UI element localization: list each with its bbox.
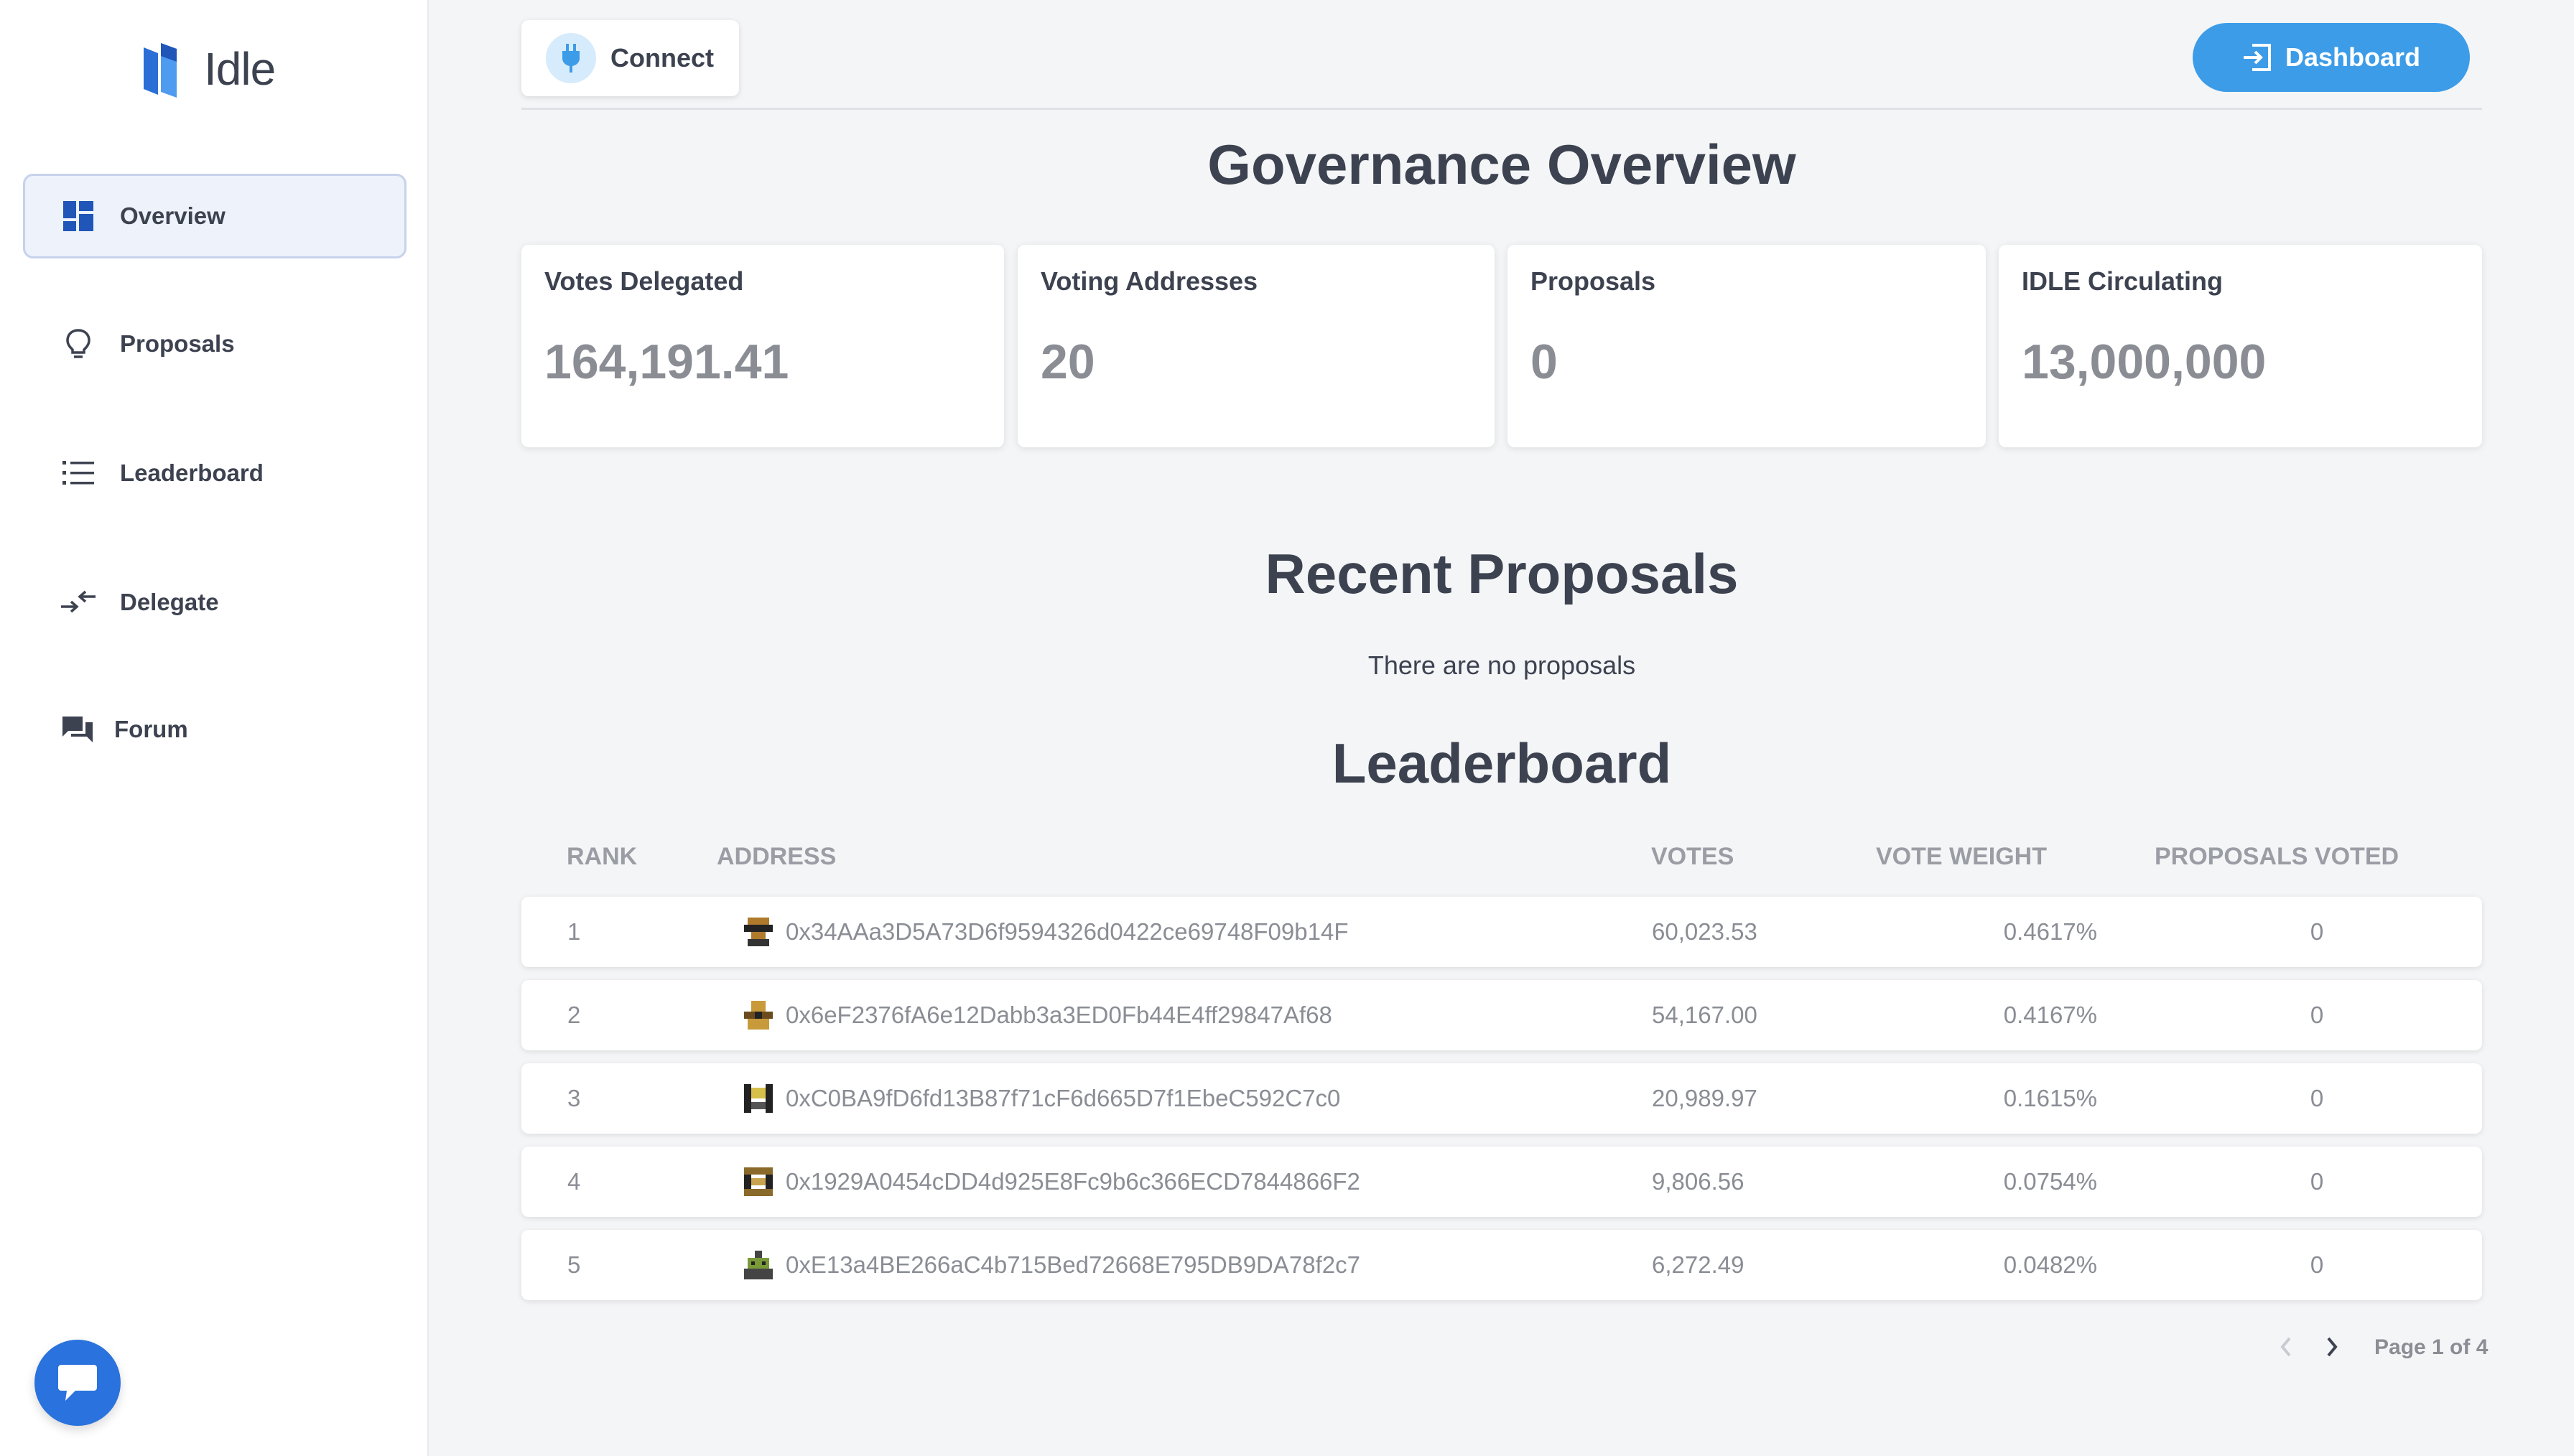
sidebar-item-forum[interactable]: Forum (23, 687, 406, 772)
sidebar-item-overview[interactable]: Overview (23, 174, 406, 258)
sidebar-item-proposals[interactable]: Proposals (23, 302, 406, 386)
rank-cell: 2 (567, 1002, 581, 1028)
identicon-avatar (744, 1001, 773, 1030)
table-row[interactable]: 5 0xE13a4BE266aC4b715Bed72668E795DB9DA78… (521, 1230, 2482, 1300)
connect-label: Connect (610, 43, 714, 73)
votes-cell: 20,989.97 (1652, 1085, 1757, 1111)
address-cell[interactable]: 0xE13a4BE266aC4b715Bed72668E795DB9DA78f2… (744, 1230, 1360, 1300)
votes-cell: 60,023.53 (1652, 918, 1757, 945)
column-header-proposals-voted[interactable]: PROPOSALS VOTED (2155, 843, 2399, 871)
stat-value: 20 (1041, 335, 1095, 389)
votes-cell: 54,167.00 (1652, 1002, 1757, 1028)
header-divider (521, 108, 2482, 110)
identicon-avatar (744, 1167, 773, 1196)
column-header-votes[interactable]: VOTES (1651, 843, 1734, 871)
table-row[interactable]: 3 0xC0BA9fD6fd13B87f71cF6d665D7f1EbeC592… (521, 1063, 2482, 1134)
next-page-icon[interactable] (2321, 1333, 2343, 1361)
proposals-voted-cell: 0 (2310, 1168, 2324, 1195)
address-text: 0x34AAa3D5A73D6f9594326d0422ce69748F09b1… (786, 918, 1349, 945)
app-logo[interactable]: Idle (142, 40, 276, 98)
sidebar-item-label: Delegate (120, 589, 219, 615)
connect-button[interactable]: Connect (521, 20, 739, 96)
table-row[interactable]: 4 0x1929A0454cDD4d925E8Fc9b6c366ECD78448… (521, 1147, 2482, 1217)
column-header-address[interactable]: ADDRESS (717, 843, 836, 871)
proposals-voted-cell: 0 (2310, 918, 2324, 945)
address-text: 0x1929A0454cDD4d925E8Fc9b6c366ECD7844866… (786, 1168, 1360, 1195)
rank-cell: 5 (567, 1251, 581, 1278)
empty-proposals-text: There are no proposals (1367, 650, 1636, 680)
chat-button[interactable] (34, 1340, 121, 1426)
sidebar-item-label: Forum (114, 716, 188, 742)
proposals-voted-cell: 0 (2310, 1002, 2324, 1028)
stat-value: 164,191.41 (544, 335, 789, 389)
delegate-arrows-icon (60, 584, 96, 620)
dashboard-button[interactable]: Dashboard (2193, 23, 2470, 92)
votes-cell: 9,806.56 (1652, 1168, 1744, 1195)
address-text: 0xC0BA9fD6fd13B87f71cF6d665D7f1EbeC592C7… (786, 1085, 1341, 1111)
leaderboard-title: Leaderboard (1332, 732, 1672, 795)
dashboard-icon (60, 198, 96, 234)
list-icon (60, 455, 96, 491)
vote-weight-cell: 0.4617% (2003, 918, 2097, 945)
column-header-vote-weight[interactable]: VOTE WEIGHT (1876, 843, 2047, 871)
vote-weight-cell: 0.4167% (2003, 1002, 2097, 1028)
sidebar-item-delegate[interactable]: Delegate (23, 560, 406, 645)
identicon-avatar (744, 1084, 773, 1113)
table-row[interactable]: 1 0x34AAa3D5A73D6f9594326d0422ce69748F09… (521, 897, 2482, 967)
address-cell[interactable]: 0x34AAa3D5A73D6f9594326d0422ce69748F09b1… (744, 897, 1348, 967)
forum-icon (60, 711, 96, 747)
stat-label: Proposals (1530, 266, 1656, 296)
proposals-voted-cell: 0 (2310, 1085, 2324, 1111)
table-row[interactable]: 2 0x6eF2376fA6e12Dabb3a3ED0Fb44E4ff29847… (521, 980, 2482, 1050)
vote-weight-cell: 0.0482% (2003, 1251, 2097, 1278)
stat-label: Voting Addresses (1041, 266, 1258, 296)
rank-cell: 3 (567, 1085, 581, 1111)
login-icon (2243, 44, 2271, 71)
app-name: Idle (204, 43, 276, 95)
recent-proposals-title: Recent Proposals (1265, 542, 1739, 605)
address-cell[interactable]: 0xC0BA9fD6fd13B87f71cF6d665D7f1EbeC592C7… (744, 1063, 1340, 1134)
vote-weight-cell: 0.1615% (2003, 1085, 2097, 1111)
sidebar-item-label: Leaderboard (120, 459, 264, 486)
plug-icon (546, 33, 596, 83)
sidebar-item-leaderboard[interactable]: Leaderboard (23, 431, 406, 515)
idle-logo-icon (144, 43, 177, 98)
votes-cell: 6,272.49 (1652, 1251, 1744, 1278)
stat-card-idle-circulating: IDLE Circulating 13,000,000 (1999, 245, 2482, 447)
stat-card-votes-delegated: Votes Delegated 164,191.41 (521, 245, 1004, 447)
stat-value: 13,000,000 (2022, 335, 2267, 389)
previous-page-icon[interactable] (2275, 1333, 2297, 1361)
sidebar-item-label: Overview (120, 202, 226, 229)
chat-icon (58, 1365, 97, 1401)
address-text: 0xE13a4BE266aC4b715Bed72668E795DB9DA78f2… (786, 1251, 1360, 1278)
identicon-avatar (744, 918, 773, 946)
column-header-rank[interactable]: RANK (567, 843, 637, 871)
stat-label: Votes Delegated (544, 266, 744, 296)
sidebar: Idle Overview Proposals Leaderboard Dele… (0, 0, 429, 1456)
lightbulb-icon (60, 326, 96, 362)
rank-cell: 4 (567, 1168, 581, 1195)
page-title: Governance Overview (1207, 133, 1796, 196)
page-indicator: Page 1 of 4 (2374, 1335, 2489, 1359)
address-text: 0x6eF2376fA6e12Dabb3a3ED0Fb44E4ff29847Af… (786, 1002, 1332, 1028)
address-cell[interactable]: 0x1929A0454cDD4d925E8Fc9b6c366ECD7844866… (744, 1147, 1360, 1217)
stat-card-voting-addresses: Voting Addresses 20 (1018, 245, 1495, 447)
dashboard-label: Dashboard (2285, 42, 2421, 72)
proposals-voted-cell: 0 (2310, 1251, 2324, 1278)
rank-cell: 1 (567, 918, 581, 945)
vote-weight-cell: 0.0754% (2003, 1168, 2097, 1195)
identicon-avatar (744, 1251, 773, 1279)
address-cell[interactable]: 0x6eF2376fA6e12Dabb3a3ED0Fb44E4ff29847Af… (744, 980, 1332, 1050)
stat-value: 0 (1530, 335, 1558, 389)
sidebar-item-label: Proposals (120, 330, 235, 357)
stat-card-proposals: Proposals 0 (1507, 245, 1986, 447)
stat-label: IDLE Circulating (2022, 266, 2224, 296)
